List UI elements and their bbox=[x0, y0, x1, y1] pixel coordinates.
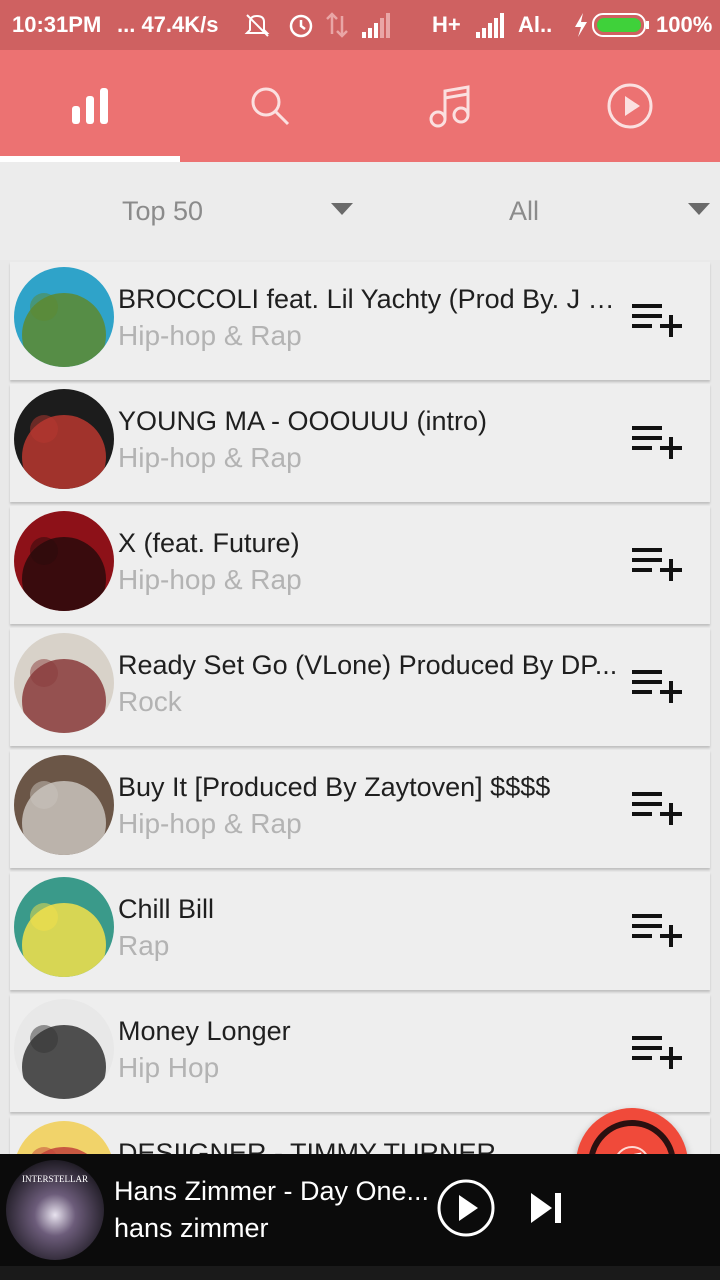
album-art bbox=[14, 755, 114, 855]
alarm-icon bbox=[289, 14, 313, 38]
player-artist: hans zimmer bbox=[114, 1213, 269, 1243]
song-row[interactable]: Buy It [Produced By Zaytoven] $$$$ Hip-ho… bbox=[10, 750, 710, 868]
playlist-add-icon bbox=[632, 304, 682, 337]
song-title: Chill Bill bbox=[118, 894, 215, 924]
tab-bar bbox=[0, 50, 720, 162]
add-to-playlist-button[interactable] bbox=[630, 664, 686, 708]
playlist-add-icon bbox=[632, 914, 682, 947]
next-button[interactable] bbox=[528, 1190, 564, 1226]
mini-player[interactable]: INTERSTELLAR Hans Zimmer - Day One... ha… bbox=[0, 1154, 720, 1266]
album-art bbox=[14, 877, 114, 977]
tab-search[interactable] bbox=[180, 50, 360, 162]
filter-row: Top 50 All bbox=[0, 162, 720, 260]
song-genre: Rock bbox=[118, 686, 182, 717]
song-row[interactable]: Ready Set Go (VLone) Produced By DP... Ro… bbox=[10, 628, 710, 746]
player-track-title: Hans Zimmer - Day One... bbox=[114, 1176, 430, 1206]
tab-music[interactable] bbox=[360, 50, 540, 162]
song-genre: Hip-hop & Rap bbox=[118, 808, 302, 839]
player-art-text: INTERSTELLAR bbox=[22, 1174, 88, 1184]
song-title: Money Longer bbox=[118, 1016, 291, 1046]
genre-filter-dropdown[interactable]: All bbox=[360, 162, 720, 260]
play-circle-icon bbox=[607, 83, 653, 129]
song-title: Buy It [Produced By Zaytoven] $$$$ bbox=[118, 772, 551, 802]
battery-icon bbox=[592, 13, 649, 37]
play-button[interactable] bbox=[436, 1178, 496, 1238]
song-row[interactable]: YOUNG MA - OOOUUU (intro) Hip-hop & Rap bbox=[10, 384, 710, 502]
song-genre: Hip Hop bbox=[118, 1052, 220, 1083]
status-time: 10:31PM bbox=[12, 12, 102, 37]
song-title: YOUNG MA - OOOUUU (intro) bbox=[118, 406, 488, 436]
song-genre: Hip-hop & Rap bbox=[118, 320, 302, 351]
music-note-icon bbox=[429, 85, 470, 128]
add-to-playlist-button[interactable] bbox=[630, 786, 686, 830]
data-transfer-icon bbox=[326, 12, 348, 38]
add-to-playlist-button[interactable] bbox=[630, 542, 686, 586]
album-art bbox=[14, 511, 114, 611]
bar-chart-icon bbox=[72, 88, 108, 124]
chevron-down-icon bbox=[688, 203, 710, 215]
playlist-add-icon bbox=[632, 670, 682, 703]
system-nav-strip bbox=[0, 1266, 720, 1280]
genre-filter-label: All bbox=[509, 195, 540, 226]
add-to-playlist-button[interactable] bbox=[630, 420, 686, 464]
song-title: BROCCOLI feat. Lil Yachty (Prod By. J G.… bbox=[118, 284, 630, 314]
chart-filter-label: Top 50 bbox=[122, 195, 204, 226]
song-title: DESIIGNER - TIMMY TURNER bbox=[118, 1138, 497, 1154]
status-battery: 100% bbox=[656, 12, 713, 37]
song-title: Ready Set Go (VLone) Produced By DP... bbox=[118, 650, 618, 680]
add-to-playlist-button[interactable] bbox=[630, 298, 686, 342]
mute-icon bbox=[244, 14, 270, 37]
status-carrier: Al.. bbox=[518, 12, 553, 37]
playlist-add-icon bbox=[632, 1036, 682, 1069]
song-genre: Rap bbox=[118, 930, 170, 961]
song-genre: Hip-hop & Rap bbox=[118, 564, 302, 595]
play-icon bbox=[459, 1195, 478, 1221]
player-album-art[interactable]: INTERSTELLAR bbox=[6, 1160, 104, 1260]
album-art bbox=[14, 389, 114, 489]
chevron-down-icon bbox=[331, 203, 353, 215]
tab-now-playing[interactable] bbox=[540, 50, 720, 162]
add-to-playlist-button[interactable] bbox=[630, 1030, 686, 1074]
signal-icon-2 bbox=[476, 13, 504, 38]
tab-charts[interactable] bbox=[0, 50, 180, 162]
playlist-add-icon bbox=[632, 426, 682, 459]
song-row[interactable]: Chill Bill Rap bbox=[10, 872, 710, 990]
playlist-add-icon bbox=[632, 548, 682, 581]
status-speed: ... 47.4K/s bbox=[117, 12, 219, 37]
charging-icon bbox=[575, 13, 587, 37]
album-art bbox=[14, 999, 114, 1099]
playlist-add-icon bbox=[632, 792, 682, 825]
song-row[interactable]: Money Longer Hip Hop bbox=[10, 994, 710, 1112]
status-network: H+ bbox=[432, 12, 461, 37]
chart-filter-dropdown[interactable]: Top 50 bbox=[0, 162, 360, 260]
song-genre: Hip-hop & Rap bbox=[118, 442, 302, 473]
song-row[interactable]: X (feat. Future) Hip-hop & Rap bbox=[10, 506, 710, 624]
song-row[interactable]: BROCCOLI feat. Lil Yachty (Prod By. J G.… bbox=[10, 262, 710, 380]
add-to-playlist-button[interactable] bbox=[630, 908, 686, 952]
signal-icon-1 bbox=[362, 13, 390, 38]
album-art bbox=[14, 1121, 114, 1154]
status-bar: 10:31PM ... 47.4K/s H+ Al.. 100% bbox=[0, 0, 720, 50]
album-art bbox=[14, 267, 114, 367]
search-icon bbox=[251, 87, 290, 126]
album-art bbox=[14, 633, 114, 733]
skip-next-icon bbox=[531, 1193, 552, 1223]
song-list[interactable]: BROCCOLI feat. Lil Yachty (Prod By. J G.… bbox=[0, 262, 720, 1154]
song-title: X (feat. Future) bbox=[118, 528, 300, 558]
